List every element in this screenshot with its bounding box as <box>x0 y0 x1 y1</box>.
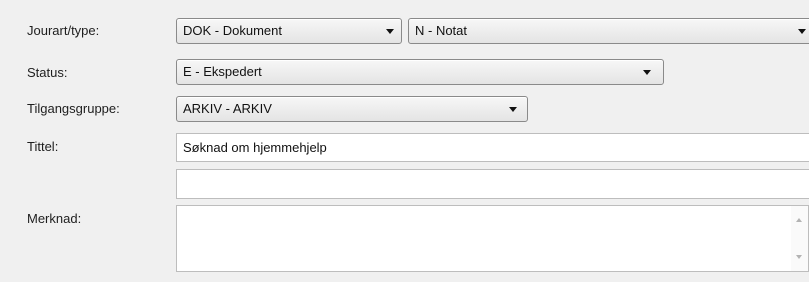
journal-type-label: Jourart/type: <box>27 23 100 38</box>
status-value: E - Ekspedert <box>183 64 262 79</box>
access-group-value: ARKIV - ARKIV <box>183 101 272 116</box>
scroll-up-icon[interactable] <box>796 218 802 222</box>
secondary-title-input[interactable] <box>176 169 809 199</box>
journal-type-value: DOK - Dokument <box>183 23 282 38</box>
status-label: Status: <box>27 65 68 80</box>
access-group-label: Tilgangsgruppe: <box>27 101 120 116</box>
note-type-value: N - Notat <box>415 23 468 38</box>
chevron-down-icon[interactable] <box>509 107 517 112</box>
title-value: Søknad om hjemmehjelp <box>183 140 327 155</box>
remark-textarea[interactable] <box>176 205 809 272</box>
status-select[interactable]: E - Ekspedert <box>176 59 664 85</box>
title-label: Tittel: <box>27 139 59 154</box>
remark-label: Merknad: <box>27 211 82 226</box>
journal-type-select[interactable]: DOK - Dokument <box>176 18 402 44</box>
chevron-down-icon[interactable] <box>643 70 651 75</box>
scroll-down-icon[interactable] <box>796 255 802 259</box>
remark-scrollbar[interactable] <box>791 206 808 271</box>
chevron-down-icon[interactable] <box>386 29 394 34</box>
access-group-select[interactable]: ARKIV - ARKIV <box>176 96 528 122</box>
title-input[interactable]: Søknad om hjemmehjelp <box>176 133 809 162</box>
journal-form: { "labels": { "journal_type": "Jourart/t… <box>0 0 809 282</box>
note-type-select[interactable]: N - Notat <box>408 18 809 44</box>
chevron-down-icon[interactable] <box>798 29 806 34</box>
